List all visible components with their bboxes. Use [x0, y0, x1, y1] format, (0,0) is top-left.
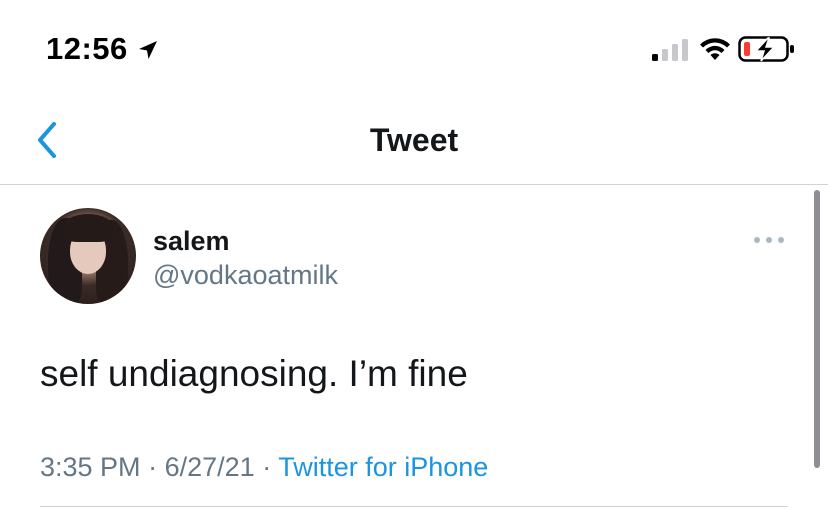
- location-arrow-icon: [139, 41, 157, 59]
- scrollbar[interactable]: [814, 190, 820, 468]
- more-horizontal-icon[interactable]: [752, 232, 786, 248]
- tweet-time: 3:35 PM: [40, 452, 141, 482]
- cellular-signal-icon: [652, 39, 688, 61]
- status-bar: 12:56: [0, 0, 828, 96]
- tweet-text: self undiagnosing. I’m fine: [40, 353, 468, 394]
- tweet-meta: 3:35 PM · 6/27/21 · Twitter for iPhone: [40, 450, 488, 484]
- user-handle[interactable]: @vodkaoatmilk: [153, 258, 338, 292]
- nav-bar: Tweet: [0, 96, 828, 185]
- battery-charging-icon: [738, 36, 794, 62]
- meta-separator: ·: [262, 452, 272, 482]
- divider: [40, 506, 788, 507]
- tweet-date: 6/27/21: [164, 452, 255, 482]
- display-name[interactable]: salem: [153, 224, 230, 258]
- wifi-icon: [700, 38, 730, 60]
- meta-separator: ·: [148, 452, 158, 482]
- status-time: 12:56: [46, 31, 128, 66]
- avatar[interactable]: [40, 208, 136, 304]
- tweet-source-link[interactable]: Twitter for iPhone: [278, 452, 488, 482]
- page-title: Tweet: [369, 122, 459, 158]
